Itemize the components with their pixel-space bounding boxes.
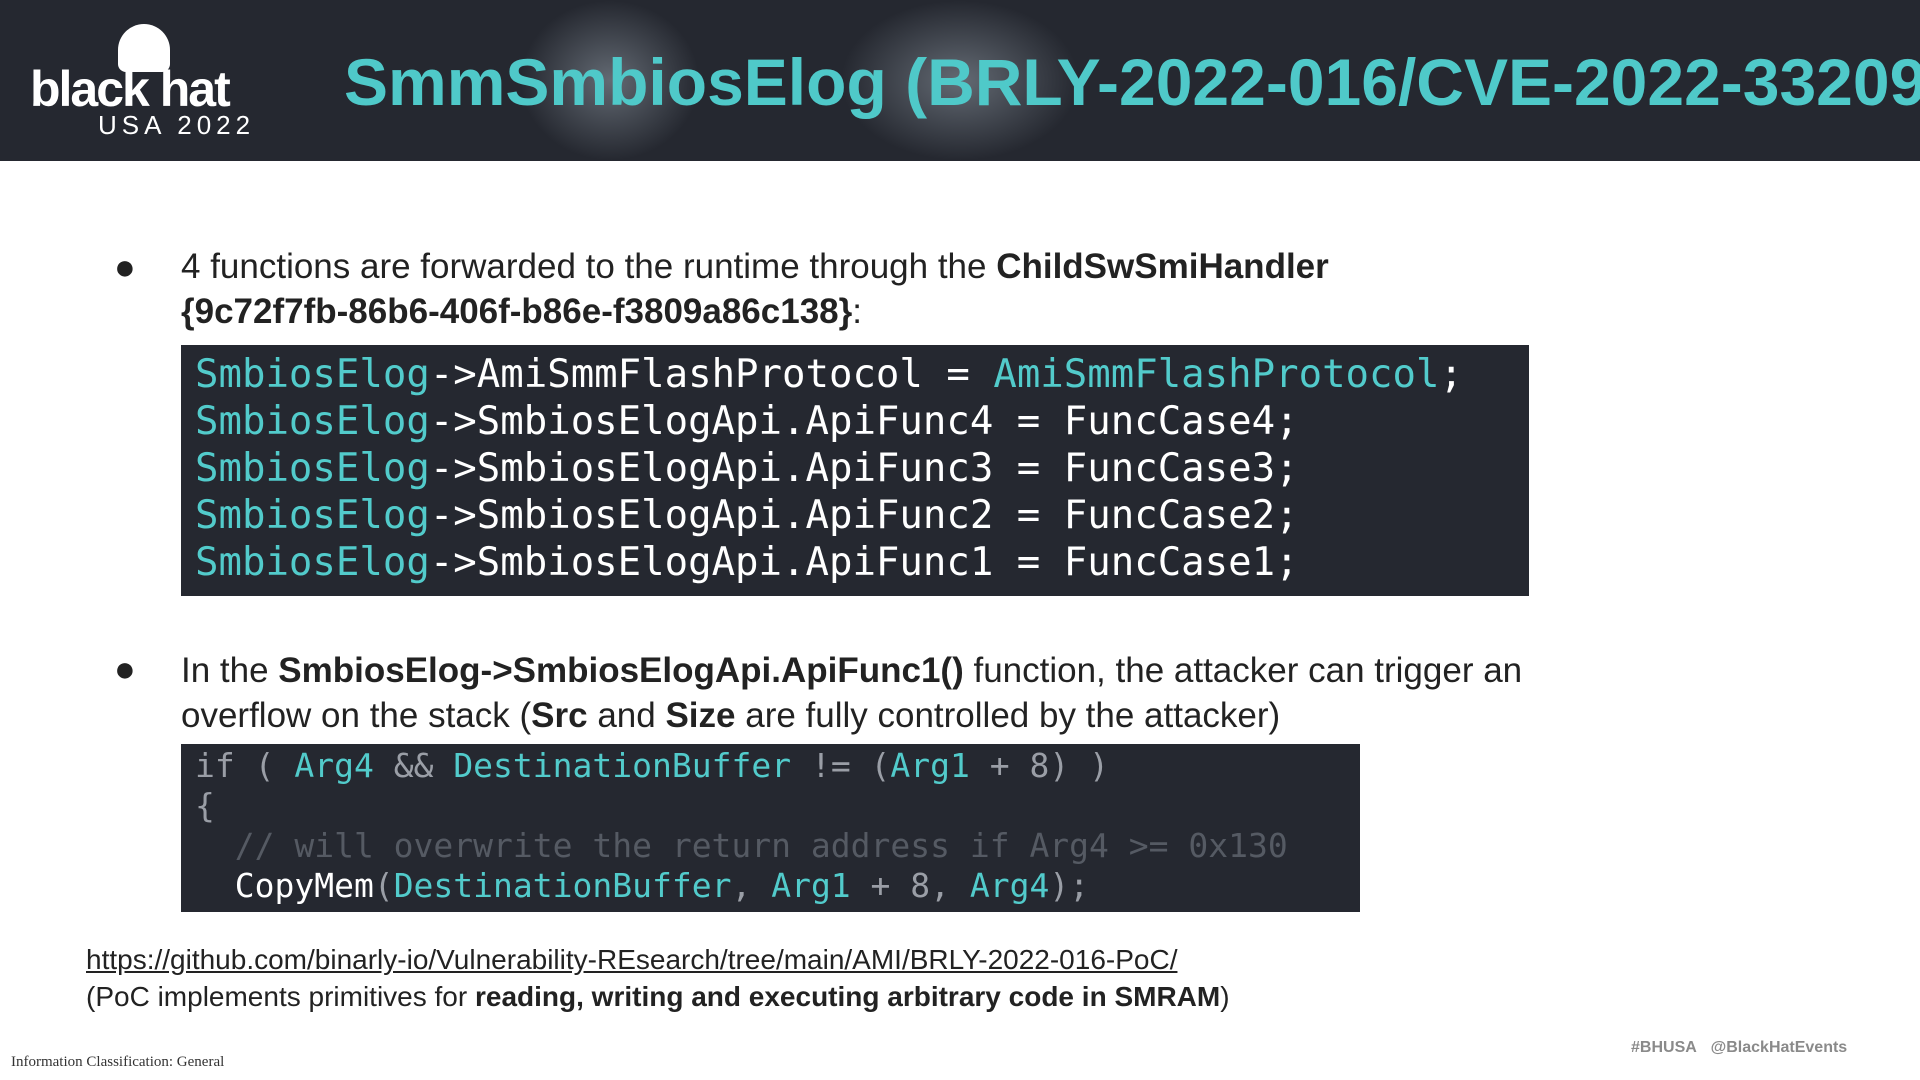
code-line: SmbiosElog->SmbiosElogApi.ApiFunc1 = Fun… xyxy=(195,540,1299,585)
blackhat-logo: black hat USA 2022 xyxy=(30,24,300,140)
bullet-2: In the SmbiosElog->SmbiosElogApi.ApiFunc… xyxy=(181,651,1523,735)
slide-header: black hat USA 2022 SmmSmbiosElog (BRLY-2… xyxy=(0,0,1920,161)
bullet-dot: ● xyxy=(114,246,136,287)
bullet-1: 4 functions are forwarded to the runtime… xyxy=(181,247,1329,331)
footer-tags: #BHUSA @BlackHatEvents xyxy=(1631,1039,1848,1056)
code-line: SmbiosElog->SmbiosElogApi.ApiFunc4 = Fun… xyxy=(195,399,1299,444)
code-line: CopyMem(DestinationBuffer, Arg1 + 8, Arg… xyxy=(195,866,1090,905)
code-comment: // will overwrite the return address if … xyxy=(195,826,1288,865)
bullet-dot: ● xyxy=(114,648,136,689)
logo-sub: USA 2022 xyxy=(98,110,256,140)
classification-label: Information Classification: General xyxy=(11,1054,225,1070)
code-line: if ( Arg4 && DestinationBuffer != (Arg1 … xyxy=(195,746,1109,785)
code-block-2: if ( Arg4 && DestinationBuffer != (Arg1 … xyxy=(181,744,1360,912)
poc-link[interactable]: https://github.com/binarly-io/Vulnerabil… xyxy=(86,944,1177,976)
poc-note: (PoC implements primitives for reading, … xyxy=(86,981,1230,1012)
slide-title: SmmSmbiosElog (BRLY-2022-016/CVE-2022-33… xyxy=(344,45,1920,119)
code-line: { xyxy=(195,786,215,825)
code-line: SmbiosElog->SmbiosElogApi.ApiFunc2 = Fun… xyxy=(195,493,1299,538)
code-line: SmbiosElog->SmbiosElogApi.ApiFunc3 = Fun… xyxy=(195,446,1299,491)
code-block-1: SmbiosElog->AmiSmmFlashProtocol = AmiSmm… xyxy=(181,345,1529,596)
code-line: SmbiosElog->AmiSmmFlashProtocol = AmiSmm… xyxy=(195,352,1463,397)
